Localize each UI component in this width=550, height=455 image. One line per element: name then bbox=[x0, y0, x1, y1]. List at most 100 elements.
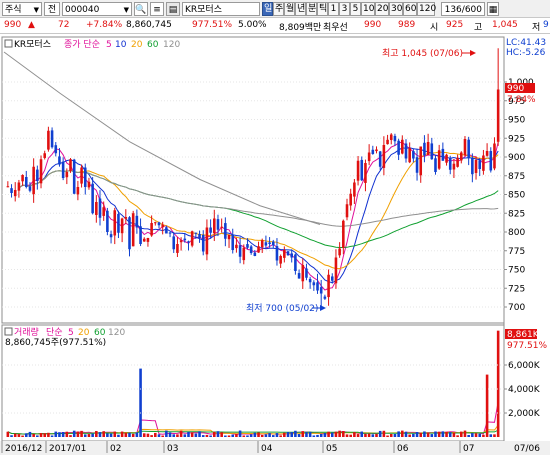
high-label: 고 bbox=[474, 23, 483, 33]
volume-bar bbox=[463, 430, 467, 437]
price-tick-label: 725 bbox=[508, 284, 525, 294]
volume-bar bbox=[419, 432, 423, 437]
volume-bar bbox=[478, 433, 482, 437]
current-price-tag: 990 7.84% bbox=[505, 83, 536, 105]
volume-bar bbox=[496, 330, 500, 437]
current-rate-tag: 7.84% bbox=[507, 95, 536, 105]
volume-bar bbox=[367, 433, 371, 437]
period-button-3[interactable]: 3 bbox=[339, 1, 350, 16]
legend-type: 종가 단순 bbox=[64, 39, 100, 50]
volume-bar bbox=[102, 431, 105, 437]
volume-bar bbox=[39, 433, 43, 437]
volume-bar bbox=[401, 430, 404, 437]
price-panel bbox=[1, 36, 505, 324]
current-volume-rate: 977.51% bbox=[507, 341, 547, 351]
period-button-1[interactable]: 1 bbox=[328, 1, 339, 16]
link-button[interactable]: ▤ bbox=[166, 1, 180, 16]
bar-count: 136/600 bbox=[441, 1, 485, 16]
volume-bar bbox=[426, 432, 430, 437]
search-icon: 🔍 bbox=[135, 4, 147, 15]
volume-bar bbox=[448, 432, 452, 437]
volume-bar bbox=[467, 434, 470, 437]
volume-bar bbox=[32, 433, 35, 437]
price-axis: 1,00097595092590087585082580077575072570… bbox=[504, 78, 534, 313]
volume-bar bbox=[249, 434, 253, 437]
period-button-10[interactable]: 10 bbox=[361, 1, 375, 16]
volume-bar bbox=[113, 431, 117, 437]
period-button-60[interactable]: 60 bbox=[403, 1, 417, 16]
volume-bar bbox=[441, 431, 445, 437]
price-tick-label: 950 bbox=[508, 116, 525, 126]
volume-bar bbox=[154, 432, 157, 437]
volume-bar bbox=[378, 430, 382, 437]
volume-bar bbox=[24, 433, 28, 437]
price-tick-label: 900 bbox=[508, 153, 525, 163]
low-annotation: 최저 700 (05/02) bbox=[246, 303, 326, 314]
price-tick-label: 700 bbox=[508, 303, 525, 313]
volume-bar bbox=[342, 431, 345, 437]
volume-bar bbox=[283, 432, 286, 437]
volume-legend-ma20: 20 bbox=[78, 328, 90, 338]
high-note: 최고 1,045 (07/06) bbox=[382, 48, 463, 59]
period-button-30[interactable]: 30 bbox=[389, 1, 403, 16]
period-button-일[interactable]: 일 bbox=[262, 1, 273, 16]
chart-settings-button[interactable]: ▦ bbox=[487, 1, 499, 16]
volume-tick-label: 2,000K bbox=[508, 409, 541, 419]
price-tick-label: 925 bbox=[508, 134, 525, 144]
volume-bar bbox=[36, 435, 39, 437]
period-button-월[interactable]: 월 bbox=[284, 1, 295, 16]
all-button[interactable]: 전 bbox=[44, 1, 60, 16]
period-button-년[interactable]: 년 bbox=[295, 1, 306, 16]
volume-bar bbox=[69, 435, 72, 437]
volume-bar bbox=[279, 435, 282, 437]
volume-bar bbox=[349, 434, 352, 437]
menu-button[interactable]: ≡ bbox=[150, 1, 164, 16]
volume-bar bbox=[216, 431, 220, 437]
period-button-틱[interactable]: 틱 bbox=[317, 1, 328, 16]
price-tick-label: 750 bbox=[508, 266, 525, 276]
candlestick bbox=[360, 156, 364, 182]
volume-bar bbox=[124, 432, 128, 437]
volume-bar bbox=[242, 435, 246, 437]
search-button[interactable]: 🔍 bbox=[134, 1, 148, 16]
volume-bar bbox=[434, 431, 437, 437]
period-button-주[interactable]: 주 bbox=[273, 1, 284, 16]
period-button-분[interactable]: 분 bbox=[306, 1, 317, 16]
period-button-20[interactable]: 20 bbox=[375, 1, 389, 16]
volume-bar bbox=[76, 431, 80, 437]
volume-bar bbox=[179, 430, 183, 437]
volume-bar bbox=[452, 432, 456, 437]
market-select[interactable]: 주식 ▼ bbox=[2, 1, 42, 16]
volume-bar bbox=[80, 430, 83, 437]
period-button-120[interactable]: 120 bbox=[417, 1, 436, 16]
open-price: 925 bbox=[446, 20, 464, 30]
volume-bar bbox=[198, 431, 201, 437]
volume-bar bbox=[260, 434, 264, 437]
volume-bar bbox=[386, 435, 389, 437]
time-axis: 2016/12 2017/01 02 03 04 05 06 07 07/06 bbox=[0, 441, 550, 455]
volume-bar bbox=[54, 431, 58, 437]
volume-ratio: 977.51% bbox=[192, 20, 233, 30]
volume-bar bbox=[474, 433, 478, 437]
stock-chart[interactable]: 1,00097595092590087585082580077575072570… bbox=[0, 35, 550, 455]
current-volume-tag: 8,861K 977.51% bbox=[505, 329, 547, 351]
stock-code-input[interactable]: 000040 ▼ bbox=[62, 1, 132, 16]
legend-ma120: 120 bbox=[163, 40, 180, 50]
time-tick-label: 2016/12 bbox=[5, 444, 42, 454]
legend-ma10: 10 bbox=[115, 40, 127, 50]
volume-bar bbox=[257, 432, 260, 437]
volume-bar bbox=[364, 433, 367, 437]
volume-bar bbox=[135, 432, 139, 437]
volume-bar bbox=[404, 431, 408, 437]
chevron-down-icon: ▼ bbox=[123, 5, 129, 14]
volume-bar bbox=[264, 434, 268, 437]
volume-bar bbox=[360, 431, 364, 437]
volume-bar bbox=[286, 432, 290, 437]
candlestick bbox=[286, 251, 290, 256]
volume-legend-ma60: 60 bbox=[94, 328, 106, 338]
price-tick-label: 850 bbox=[508, 191, 525, 201]
volume-tick-label: 6,000K bbox=[508, 361, 541, 371]
volume-bar bbox=[327, 431, 330, 437]
period-button-5[interactable]: 5 bbox=[350, 1, 361, 16]
bar-count-value: 136/600 bbox=[444, 4, 482, 15]
